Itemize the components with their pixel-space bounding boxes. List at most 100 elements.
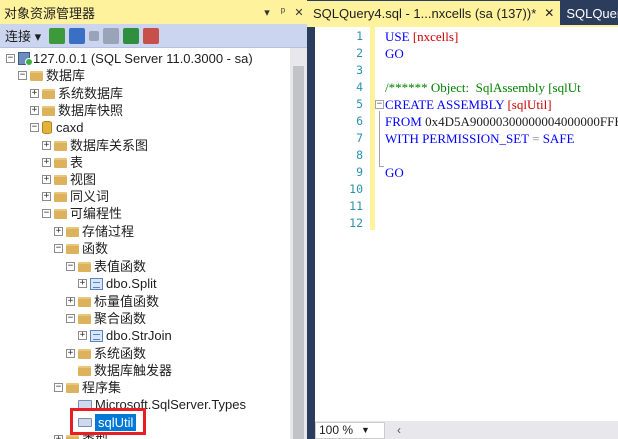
collapse-icon[interactable]: − bbox=[66, 314, 75, 323]
expand-icon[interactable]: + bbox=[42, 141, 51, 150]
folder-icon bbox=[54, 174, 67, 185]
collapse-icon[interactable]: − bbox=[54, 244, 63, 253]
close-icon[interactable]: ✕ bbox=[544, 6, 554, 20]
activity-monitor-icon[interactable] bbox=[143, 27, 160, 44]
tree-node-label: 数据库 bbox=[46, 68, 86, 83]
collapse-icon[interactable]: − bbox=[6, 54, 15, 63]
tree-node[interactable]: + 数据库快照 bbox=[30, 102, 123, 119]
database-icon bbox=[42, 121, 52, 134]
tree-node-label: 系统函数 bbox=[94, 346, 147, 361]
change-indicator-bar bbox=[370, 27, 375, 230]
expand-icon[interactable]: + bbox=[42, 158, 51, 167]
line-number-gutter: 1 2 3 4 5 6 7 8 9 10 11 12 bbox=[315, 27, 367, 421]
folder-icon bbox=[66, 434, 79, 439]
folder-icon bbox=[54, 191, 67, 202]
expand-icon[interactable]: + bbox=[42, 175, 51, 184]
pin-icon[interactable]: ▾ bbox=[259, 6, 275, 19]
tree-node[interactable]: − 表值函数 bbox=[66, 258, 146, 275]
tree-node-label: 聚合函数 bbox=[94, 311, 147, 326]
tree-node-label: 数据库触发器 bbox=[94, 363, 173, 378]
scroll-left-icon[interactable]: ‹ bbox=[391, 422, 407, 439]
expand-icon[interactable]: + bbox=[78, 279, 87, 288]
tree-node-label: 标量值函数 bbox=[94, 294, 160, 309]
expand-icon[interactable]: + bbox=[66, 297, 75, 306]
expand-icon[interactable]: + bbox=[66, 349, 75, 358]
tree-node[interactable]: + dbo.Split bbox=[78, 275, 157, 292]
tree-node[interactable]: − 127.0.0.1 (SQL Server 11.0.3000 - sa) bbox=[6, 50, 253, 67]
folder-icon bbox=[42, 105, 55, 116]
line-number: 8 bbox=[356, 148, 363, 162]
folder-icon bbox=[66, 226, 79, 237]
filter-icon[interactable] bbox=[103, 27, 120, 44]
tree-node[interactable]: − 可编程性 bbox=[42, 205, 122, 222]
code-token: /****** Object: SqlAssembly [sqlUt bbox=[385, 80, 581, 95]
disconnect-icon[interactable] bbox=[69, 27, 86, 44]
line-number: 4 bbox=[356, 80, 363, 94]
tree-node[interactable]: + 视图 bbox=[42, 171, 96, 188]
zoom-dropdown[interactable]: 100 % ▼ bbox=[315, 421, 385, 439]
tree-node[interactable]: + 数据库关系图 bbox=[42, 137, 148, 154]
expand-icon[interactable]: + bbox=[42, 192, 51, 201]
code-line[interactable]: CREATE ASSEMBLY [sqlUtil] bbox=[385, 96, 552, 113]
collapse-icon[interactable]: − bbox=[18, 71, 27, 80]
collapse-icon[interactable]: − bbox=[66, 262, 75, 271]
code-line[interactable]: USE [nxcells] bbox=[385, 28, 458, 45]
tree-node[interactable]: + 系统函数 bbox=[66, 345, 146, 362]
tree-node[interactable]: + dbo.StrJoin bbox=[78, 327, 172, 344]
stop-icon[interactable] bbox=[89, 30, 100, 41]
tab-sqlquery4[interactable]: SQLQuery4.sql - 1...nxcells (sa (137))* … bbox=[307, 1, 561, 25]
tab-sqlquery-other[interactable]: SQLQuery bbox=[560, 1, 618, 25]
close-icon[interactable]: ✕ bbox=[291, 6, 307, 19]
auto-hide-icon[interactable]: ᵖ bbox=[275, 6, 291, 18]
tree-node[interactable]: + 系统数据库 bbox=[30, 85, 123, 102]
object-explorer-tree: −127.0.0.1 (SQL Server 11.0.3000 - sa) − 数… bbox=[0, 48, 290, 439]
connect-button[interactable]: 连接 ▾ bbox=[5, 26, 41, 45]
expand-icon[interactable]: + bbox=[30, 106, 39, 115]
folder-icon bbox=[78, 261, 91, 272]
tree-node[interactable]: − caxd bbox=[30, 119, 83, 136]
line-number: 2 bbox=[356, 46, 363, 60]
code-token: [sqlUtil] bbox=[507, 97, 552, 112]
code-line[interactable]: GO bbox=[385, 164, 404, 181]
collapse-icon[interactable]: − bbox=[30, 123, 39, 132]
code-line[interactable]: GO bbox=[385, 45, 404, 62]
tree-node[interactable]: − 数据库 bbox=[18, 67, 85, 84]
tree-node[interactable]: + 表 bbox=[42, 154, 83, 171]
tab-label: SQLQuery bbox=[566, 5, 618, 21]
connect-icon[interactable] bbox=[49, 27, 66, 44]
code-token: [nxcells] bbox=[412, 29, 459, 44]
tree-node-label: 数据库关系图 bbox=[70, 138, 149, 153]
object-explorer-toolbar: 连接 ▾ bbox=[0, 24, 307, 48]
collapse-icon[interactable]: − bbox=[42, 209, 51, 218]
tree-node[interactable]: + 同义词 bbox=[42, 188, 109, 205]
refresh-icon[interactable] bbox=[123, 27, 140, 44]
folder-icon bbox=[54, 157, 67, 168]
expand-icon[interactable]: + bbox=[30, 89, 39, 98]
line-number: 3 bbox=[356, 63, 363, 77]
editor-left-border bbox=[307, 27, 315, 439]
expand-icon[interactable]: + bbox=[54, 227, 63, 236]
tree-node[interactable]: + 存储过程 bbox=[54, 223, 134, 240]
scrollbar-thumb[interactable] bbox=[293, 66, 304, 439]
vertical-scrollbar[interactable] bbox=[290, 48, 307, 439]
folder-icon bbox=[78, 313, 91, 324]
tree-node[interactable]: − 聚合函数 bbox=[66, 310, 146, 327]
tree-node-label: 存储过程 bbox=[82, 224, 135, 239]
folder-icon bbox=[66, 243, 79, 254]
expand-icon[interactable]: + bbox=[78, 331, 87, 340]
expand-icon[interactable]: + bbox=[54, 435, 63, 439]
folder-icon bbox=[78, 348, 91, 359]
code-line[interactable]: /****** Object: SqlAssembly [sqlUt bbox=[385, 79, 581, 96]
tree-node-label: 数据库快照 bbox=[58, 103, 124, 118]
collapse-icon[interactable]: − bbox=[375, 100, 384, 109]
code-line[interactable]: WITH PERMISSION_SET = SAFE bbox=[385, 130, 575, 147]
line-number: 5 bbox=[356, 97, 363, 111]
code-line[interactable]: FROM 0x4D5A90000300000004000000FFFF bbox=[385, 113, 618, 130]
tree-node[interactable]: + 标量值函数 bbox=[66, 293, 159, 310]
tree-node[interactable]: − 程序集 bbox=[54, 379, 121, 396]
tree-node[interactable]: 数据库触发器 bbox=[66, 362, 172, 379]
folder-icon bbox=[54, 208, 67, 219]
collapse-icon[interactable]: − bbox=[54, 383, 63, 392]
tree-node[interactable]: − 函数 bbox=[54, 240, 108, 257]
code-editor[interactable]: 1 2 3 4 5 6 7 8 9 10 11 12 − USE [nxcells] GO/******… bbox=[315, 27, 618, 421]
